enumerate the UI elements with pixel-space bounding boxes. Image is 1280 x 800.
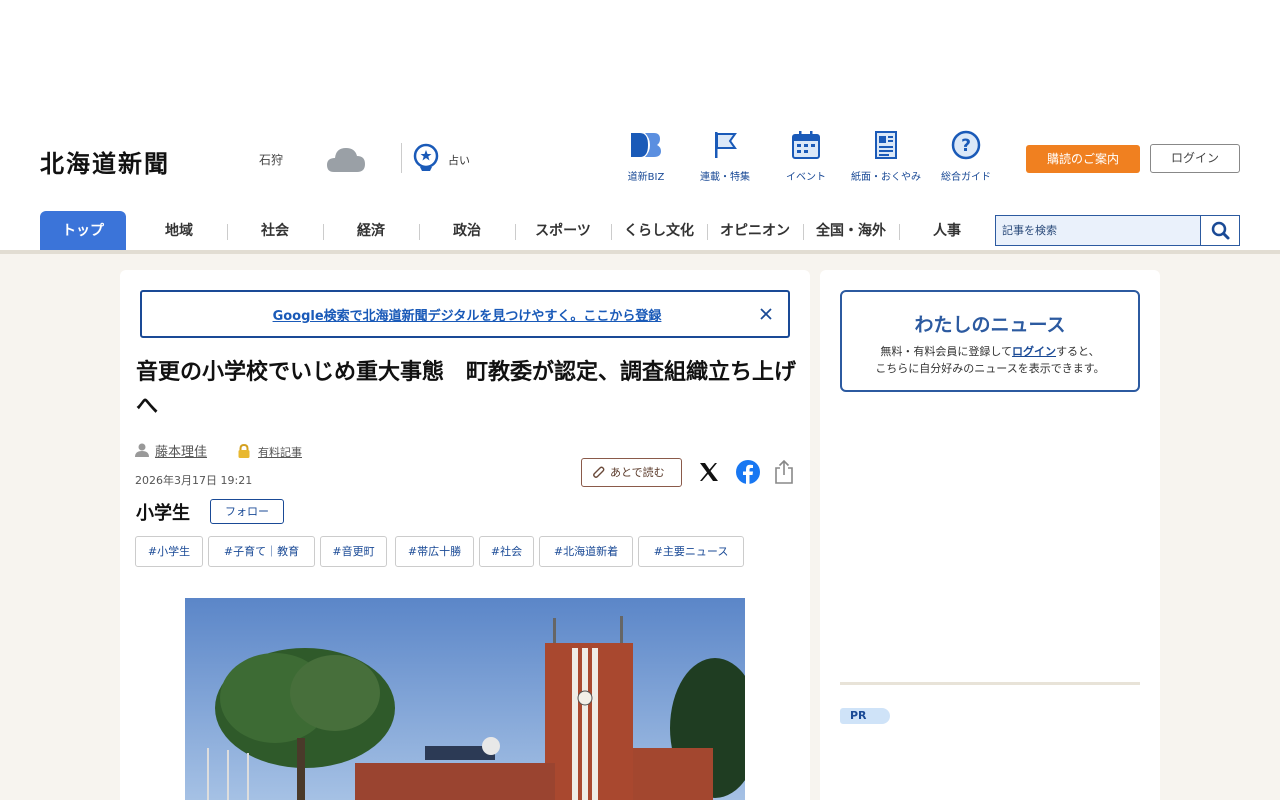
tag-chip[interactable]: #子育て｜教育 [208,536,315,567]
topic-title: 小学生 [136,503,190,524]
guide-label: 総合ガイド [941,172,991,183]
nav-border [0,250,1280,254]
cloud-icon[interactable] [326,142,366,174]
clip-icon [590,464,606,480]
search-icon [1211,221,1230,240]
main-nav: トップ 地域 社会 経済 政治 スポーツ くらし文化 オピニオン 全国・海外 人… [40,211,996,253]
my-news-login-link[interactable]: ログイン [1012,345,1056,358]
nav-item-economy[interactable]: 経済 [323,211,419,253]
search-box [995,215,1240,246]
lock-icon [237,443,251,458]
my-news-title: わたしのニュース [914,314,1066,336]
nav-item-sports[interactable]: スポーツ [515,211,611,253]
nav-item-culture[interactable]: くらし文化 [611,211,707,253]
guide-link[interactable]: ? 総合ガイド [930,130,1002,183]
x-share-icon[interactable] [697,460,721,484]
tag-chip[interactable]: #小学生 [135,536,203,567]
paper-link[interactable]: 紙面・おくやみ [850,130,922,183]
promo-banner: Google検索で北海道新聞デジタルを見つけやすく。ここから登録 [140,290,790,338]
db-logo-icon [630,130,662,160]
tag-chip[interactable]: #帯広十勝 [395,536,474,567]
region-label[interactable]: 石狩 [259,151,283,168]
fortune-icon[interactable] [412,143,442,173]
my-news-description-2: こちらに自分好みのニュースを表示できます。 [875,362,1105,375]
search-input[interactable] [996,216,1200,245]
person-icon [135,442,149,457]
my-news-text: 無料・有料会員に登録して [880,345,1013,358]
series-label: 連載・特集 [700,172,750,183]
sidebar-divider [840,682,1140,685]
author-name[interactable]: 藤本理佳 [155,441,207,460]
nav-item-personnel[interactable]: 人事 [899,211,995,253]
nav-item-world[interactable]: 全国・海外 [803,211,899,253]
pr-badge: PR [840,708,890,724]
sidebar: わたしのニュース 無料・有料会員に登録してログインすると、 こちらに自分好みのニ… [820,270,1160,800]
article-photo[interactable] [185,598,745,800]
fortune-label[interactable]: 占い [448,152,470,168]
header-divider [401,143,402,173]
help-icon: ? [950,130,982,160]
my-news-text: すると、 [1056,345,1100,358]
flag-icon [709,130,741,160]
nav-item-politics[interactable]: 政治 [419,211,515,253]
share-icon[interactable] [773,459,795,485]
publish-date: 2026年3月17日 19:21 [135,474,253,487]
paper-label: 紙面・おくやみ [851,172,921,183]
newspaper-icon [870,130,902,160]
svg-text:?: ? [961,136,971,156]
site-logo[interactable]: 北海道新聞 [40,144,170,179]
nav-item-society[interactable]: 社会 [227,211,323,253]
paid-article-label[interactable]: 有料記事 [258,444,302,460]
subscribe-button[interactable]: 購読のご案内 [1026,145,1140,173]
my-news-description: 無料・有料会員に登録してログインすると、 [842,343,1138,359]
my-news-box: わたしのニュース 無料・有料会員に登録してログインすると、 こちらに自分好みのニ… [840,290,1140,392]
tag-chip[interactable]: #社会 [479,536,534,567]
search-button[interactable] [1200,216,1239,245]
tag-chip[interactable]: #主要ニュース [638,536,744,567]
biz-link[interactable]: 道新BIZ [610,130,682,183]
biz-label: 道新BIZ [627,172,665,183]
login-button[interactable]: ログイン [1150,144,1240,173]
tag-chip[interactable]: #音更町 [320,536,387,567]
article-headline: 音更の小学校でいじめ重大事態 町教委が認定、調査組織立ち上げへ [136,360,797,419]
read-later-button[interactable]: あとで読む [581,458,682,487]
nav-item-top[interactable]: トップ [40,211,126,253]
event-link[interactable]: イベント [770,130,842,183]
nav-item-region[interactable]: 地域 [131,211,227,253]
nav-item-opinion[interactable]: オピニオン [707,211,803,253]
event-label: イベント [786,172,826,183]
calendar-icon [790,130,822,160]
series-link[interactable]: 連載・特集 [689,130,761,183]
promo-link[interactable]: Google検索で北海道新聞デジタルを見つけやすく。ここから登録 [142,305,792,324]
article-panel: Google検索で北海道新聞デジタルを見つけやすく。ここから登録 音更の小学校で… [120,270,810,800]
close-icon[interactable] [758,306,774,322]
follow-button[interactable]: フォロー [210,499,284,524]
read-later-label: あとで読む [610,466,665,479]
facebook-icon[interactable] [735,459,761,485]
tag-chip[interactable]: #北海道新着 [539,536,633,567]
